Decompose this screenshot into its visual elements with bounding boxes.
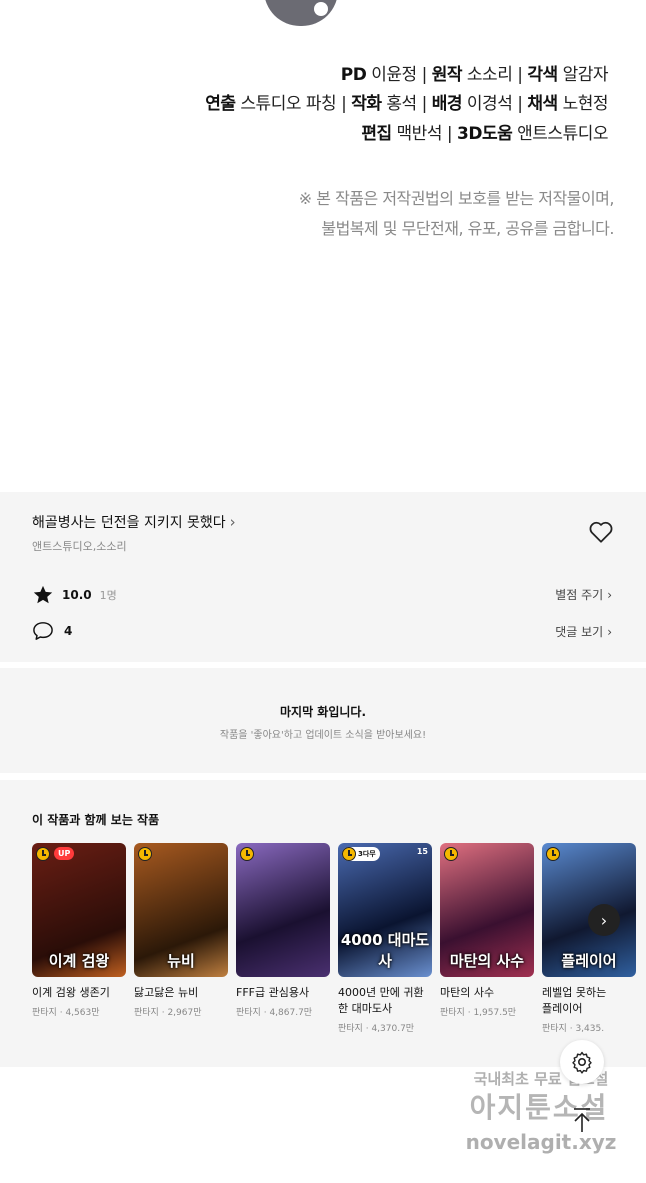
cover-image: 플레이어 bbox=[542, 843, 636, 977]
card-meta: 판타지 · 2,967만 bbox=[134, 1008, 202, 1018]
work-title-link[interactable]: 해골병사는 던전을 지키지 못했다 › bbox=[32, 512, 236, 532]
last-episode-title: 마지막 화입니다. bbox=[279, 705, 367, 719]
scroll-top-icon bbox=[574, 1108, 590, 1132]
recommend-card[interactable]: UP 이계 검왕 이계 검왕 생존기 판타지 · 4,563만 bbox=[32, 843, 126, 1018]
star-icon bbox=[33, 585, 53, 604]
recommend-card[interactable]: 뉴비 닳고닳은 뉴비 판타지 · 2,967만 bbox=[134, 843, 228, 1018]
clock-icon bbox=[546, 847, 560, 861]
last-episode-subtitle: 작품을 '좋아요'하고 업데이트 소식을 받아보세요! bbox=[219, 730, 427, 741]
credits-line-1: PD 이윤정 | 원작 소소리 | 각색 알감자 bbox=[340, 65, 609, 85]
watermark-line-2: 아지툰소설 bbox=[469, 1091, 609, 1124]
chevron-right-icon: › bbox=[607, 624, 612, 639]
card-title: 4000년 만에 귀환한 대마도사 bbox=[338, 986, 424, 1015]
comment-summary: 4 bbox=[32, 621, 72, 641]
watermark-line-3: novelagit.xyz bbox=[465, 1130, 617, 1154]
clock-icon bbox=[138, 847, 152, 861]
card-title: 마탄의 사수 bbox=[440, 986, 495, 999]
cover-image: 3다무 15 4000 대마도사 bbox=[338, 843, 432, 977]
cover-title: 4000 대마도사 bbox=[340, 931, 430, 970]
cover-image: 뉴비 bbox=[134, 843, 228, 977]
card-title: 레벨업 못하는 플레이어 bbox=[542, 986, 607, 1015]
scroll-top-button[interactable] bbox=[568, 1104, 596, 1136]
clock-icon bbox=[36, 847, 50, 861]
cover-title: 마탄의 사수 bbox=[449, 952, 525, 970]
recommend-card[interactable]: 3다무 15 4000 대마도사 4000년 만에 귀환한 대마도사 판타지 ·… bbox=[338, 843, 432, 1034]
cover-image bbox=[236, 843, 330, 977]
chevron-right-icon: › bbox=[607, 587, 612, 602]
rate-button[interactable]: 별점 주기 › bbox=[555, 586, 612, 603]
card-meta: 판타지 · 4,867.7만 bbox=[236, 1008, 313, 1018]
card-title: FFF급 관심용사 bbox=[236, 986, 310, 999]
chevron-right-icon: › bbox=[229, 513, 236, 531]
recommend-card[interactable]: FFF급 관심용사 판타지 · 4,867.7만 bbox=[236, 843, 330, 1018]
work-authors: 앤트스튜디오,소소리 bbox=[32, 540, 127, 553]
credits-line-2: 연출 스튜디오 파칭 | 작화 홍석 | 배경 이경석 | 채색 노현정 bbox=[205, 94, 608, 114]
comment-count: 4 bbox=[64, 624, 73, 638]
clock-icon bbox=[240, 847, 254, 861]
card-meta: 판타지 · 4,563만 bbox=[32, 1008, 100, 1018]
age-rating: 15 bbox=[416, 847, 428, 856]
work-title: 해골병사는 던전을 지키지 못했다 bbox=[32, 515, 226, 531]
studio-logo bbox=[264, 0, 338, 26]
chevron-right-icon: › bbox=[600, 910, 608, 930]
cover-title: 뉴비 bbox=[167, 952, 195, 970]
rating-count: 1명 bbox=[99, 589, 117, 602]
card-title: 닳고닳은 뉴비 bbox=[134, 986, 199, 999]
card-meta: 판타지 · 3,435. bbox=[542, 1024, 605, 1034]
heart-icon[interactable] bbox=[588, 520, 614, 544]
cover-title: 플레이어 bbox=[561, 952, 617, 970]
last-episode-notice: 마지막 화입니다. 작품을 '좋아요'하고 업데이트 소식을 받아보세요! bbox=[0, 668, 646, 773]
credits-line-3: 편집 맥반석 | 3D도움 앤트스튜디오 bbox=[361, 124, 608, 144]
settings-button[interactable] bbox=[560, 1040, 604, 1084]
carousel-next-button[interactable]: › bbox=[588, 904, 620, 936]
rating-score: 10.0 bbox=[62, 588, 92, 602]
card-meta: 판타지 · 1,957.5만 bbox=[440, 1008, 517, 1018]
work-info-panel: 해골병사는 던전을 지키지 못했다 › 앤트스튜디오,소소리 10.0 1명 별… bbox=[0, 492, 646, 662]
rating-summary: 10.0 1명 bbox=[32, 584, 117, 606]
recommend-card[interactable]: 플레이어 레벨업 못하는 플레이어 판타지 · 3,435. bbox=[542, 843, 636, 1034]
cover-image: 마탄의 사수 bbox=[440, 843, 534, 977]
recommend-card[interactable]: 마탄의 사수 마탄의 사수 판타지 · 1,957.5만 bbox=[440, 843, 534, 1018]
episode-credits-image: PD 이윤정 | 원작 소소리 | 각색 알감자 연출 스튜디오 파칭 | 작화… bbox=[0, 0, 646, 492]
clock-icon bbox=[342, 847, 356, 861]
comment-icon bbox=[33, 622, 53, 640]
rate-button-label: 별점 주기 bbox=[555, 588, 604, 602]
recommendations-heading: 이 작품과 함께 보는 작품 bbox=[32, 813, 160, 827]
card-title: 이계 검왕 생존기 bbox=[32, 986, 110, 999]
copyright-notice-1: ※ 본 작품은 저작권법의 보호를 받는 저작물이며, bbox=[298, 189, 615, 208]
copyright-notice-2: 불법복제 및 무단전재, 유포, 공유를 금합니다. bbox=[321, 219, 614, 238]
recommendations-section: 이 작품과 함께 보는 작품 UP 이계 검왕 이계 검왕 생존기 판타지 · … bbox=[0, 780, 646, 1067]
cover-title: 이계 검왕 bbox=[48, 952, 110, 970]
cover-image: UP 이계 검왕 bbox=[32, 843, 126, 977]
card-meta: 판타지 · 4,370.7만 bbox=[338, 1024, 415, 1034]
settings-icon bbox=[572, 1051, 592, 1074]
up-badge: UP bbox=[54, 847, 75, 860]
clock-icon bbox=[444, 847, 458, 861]
view-comments-label: 댓글 보기 bbox=[555, 625, 604, 639]
view-comments-button[interactable]: 댓글 보기 › bbox=[555, 623, 612, 640]
